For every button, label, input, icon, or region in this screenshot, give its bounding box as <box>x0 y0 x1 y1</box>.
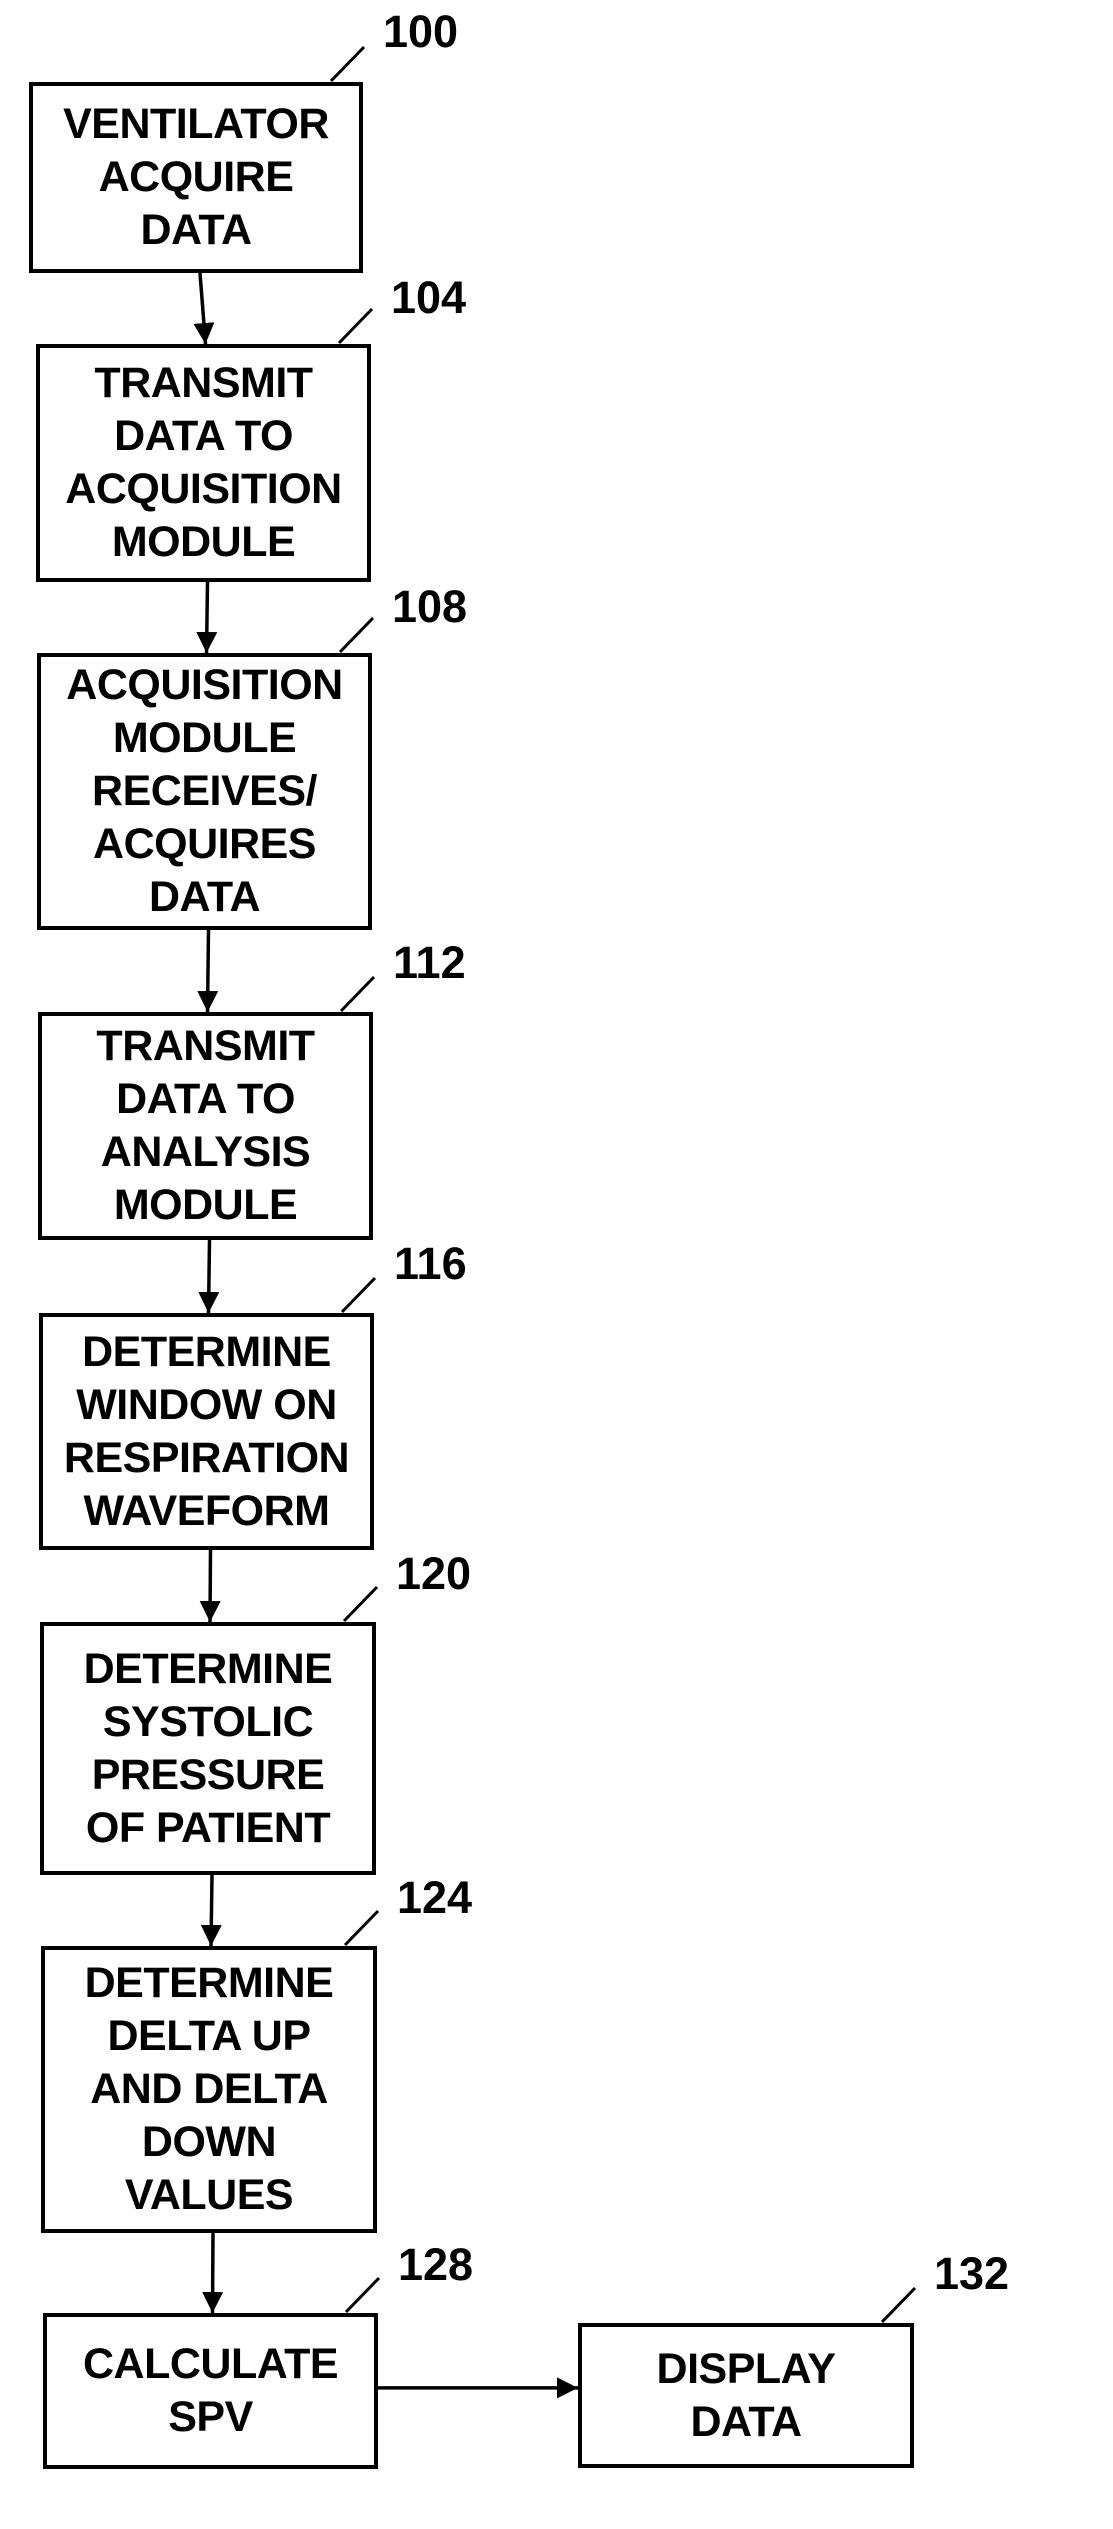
step-text-line: TRANSMIT <box>96 1022 315 1070</box>
step-text-line: MODULE <box>112 714 297 762</box>
step-text-line: DATA <box>140 206 252 254</box>
step-box-120: DETERMINE SYSTOLIC PRESSURE OF PATIENT <box>40 1622 376 1875</box>
leader-line-116 <box>340 1276 377 1314</box>
leader-line-120 <box>342 1585 379 1623</box>
step-text-line: CALCULATE <box>82 2340 339 2388</box>
step-text-line: ACQUIRES <box>93 820 316 868</box>
step-box-128: CALCULATE SPV <box>43 2313 378 2469</box>
arrow-116-to-120 <box>199 1549 221 1623</box>
reference-numeral-108: 108 <box>392 581 468 632</box>
reference-numeral-100: 100 <box>383 6 459 57</box>
reference-numeral-116: 116 <box>394 1238 467 1289</box>
step-text-line: DISPLAY <box>656 2344 836 2393</box>
step-text-line: DETERMINE <box>84 1959 334 2007</box>
step-text-line: DATA <box>690 2397 802 2446</box>
step-text-line: DATA TO <box>114 412 293 460</box>
step-text-line: TRANSMIT <box>94 359 313 407</box>
reference-numeral-104: 104 <box>391 272 467 323</box>
step-text-line: SYSTOLIC <box>102 1697 314 1746</box>
step-box-100: VENTILATOR ACQUIRE DATA <box>29 82 363 273</box>
step-text-line: VENTILATOR <box>63 100 329 148</box>
step-text-line: RECEIVES/ <box>92 767 317 815</box>
leader-line-132 <box>880 2286 917 2324</box>
step-text-line: ACQUISITION <box>66 661 343 709</box>
leader-line-124 <box>343 1909 380 1947</box>
step-text-line: ANALYSIS <box>100 1128 311 1176</box>
step-text-line: DATA <box>148 873 261 921</box>
arrow-104-to-108 <box>196 581 218 654</box>
reference-numeral-124: 124 <box>397 1872 473 1923</box>
leader-line-128 <box>344 2276 381 2314</box>
step-text-line: DETERMINE <box>82 1327 331 1376</box>
step-text-line: RESPIRATION <box>63 1433 350 1482</box>
step-box-108: ACQUISITION MODULE RECEIVES/ACQUIRES DATA <box>37 653 372 930</box>
step-box-132: DISPLAY DATA <box>578 2323 914 2468</box>
reference-numeral-128: 128 <box>398 2239 474 2290</box>
reference-numeral-132: 132 <box>934 2248 1010 2299</box>
step-text-line: MODULE <box>111 518 296 566</box>
step-text-line: DELTA UP <box>107 2012 311 2060</box>
step-text-line: PRESSURE <box>91 1750 325 1799</box>
leader-line-108 <box>338 616 375 654</box>
reference-numeral-112: 112 <box>393 937 466 988</box>
step-text-line: DOWN <box>141 2118 277 2166</box>
leader-line-104 <box>337 307 374 345</box>
step-text-line: DETERMINE <box>83 1644 333 1693</box>
arrow-120-to-124 <box>200 1874 222 1947</box>
arrow-108-to-112 <box>197 929 219 1013</box>
step-box-116: DETERMINE WINDOW ON RESPIRATION WAVEFORM <box>39 1313 374 1550</box>
leader-line-112 <box>339 975 376 1013</box>
step-text-line: WAVEFORM <box>83 1486 330 1535</box>
arrow-124-to-128 <box>202 2232 224 2314</box>
step-text-line: AND DELTA <box>90 2065 328 2113</box>
step-text-line: WINDOW ON <box>76 1380 337 1429</box>
step-text-line: OF PATIENT <box>85 1803 331 1852</box>
arrow-112-to-116 <box>198 1239 220 1314</box>
step-box-124: DETERMINE DELTA UP AND DELTA DOWN VALUES <box>41 1946 377 2233</box>
step-text-line: MODULE <box>113 1181 298 1229</box>
reference-numeral-120: 120 <box>396 1548 472 1599</box>
step-text-line: SPV <box>168 2393 253 2441</box>
step-box-104: TRANSMIT DATA TO ACQUISITION MODULE <box>36 344 371 582</box>
arrow-100-to-104 <box>193 272 215 345</box>
step-text-line: VALUES <box>124 2171 294 2219</box>
leader-line-100 <box>329 45 366 83</box>
step-text-line: DATA TO <box>116 1075 295 1123</box>
step-text-line: ACQUISITION <box>65 465 342 513</box>
step-box-112: TRANSMIT DATA TO ANALYSIS MODULE <box>38 1012 373 1240</box>
step-text-line: ACQUIRE <box>98 153 294 201</box>
